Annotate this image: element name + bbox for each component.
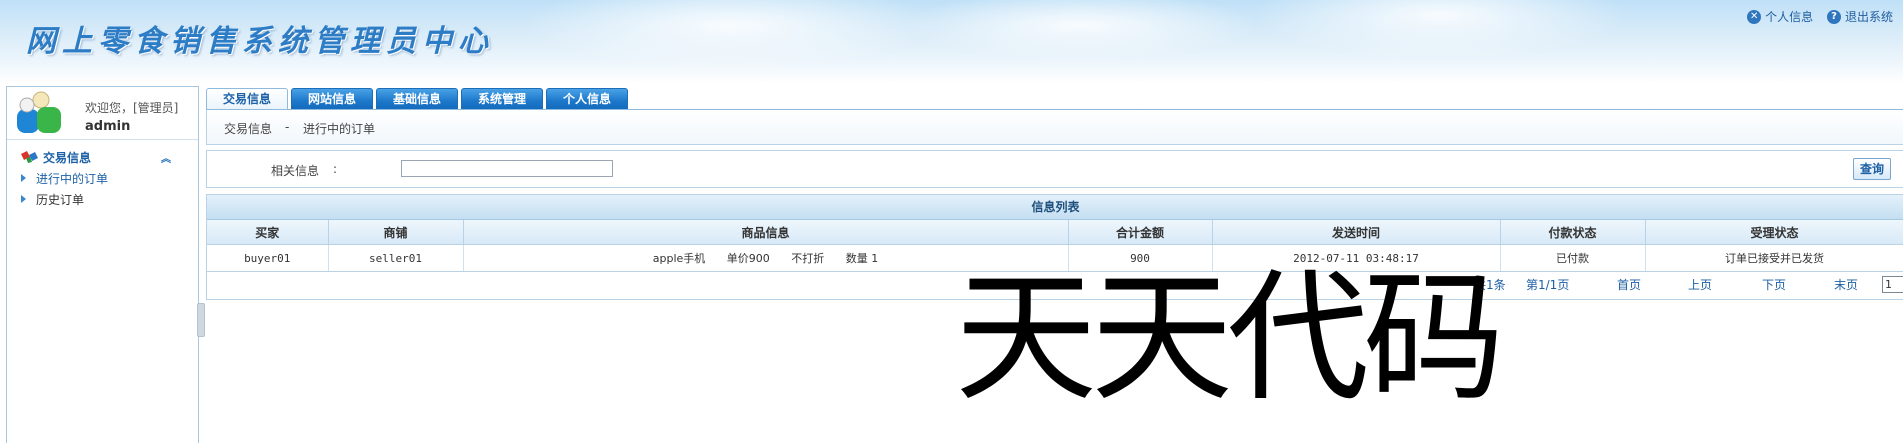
main-tabs: 交易信息 网站信息 基础信息 系统管理 个人信息 (206, 88, 631, 111)
sidebar-section-trade[interactable]: 交易信息 ︽ (21, 149, 171, 165)
table-title: 信息列表 (207, 195, 1903, 220)
query-button[interactable]: 查询 (1853, 158, 1891, 180)
close-circle-icon: ✕ (1747, 9, 1762, 24)
section-icon (21, 151, 38, 163)
tab-site-info[interactable]: 网站信息 (291, 88, 373, 109)
column-header-handle-status: 受理状态 (1645, 220, 1903, 245)
sidebar-item-label: 进行中的订单 (36, 171, 109, 186)
column-header-buyer: 买家 (207, 220, 329, 245)
logout-link[interactable]: ? 退出系统 (1826, 8, 1893, 25)
caret-right-icon (21, 195, 26, 203)
cell-handle-status: 订单已接受并已发货 (1645, 244, 1903, 272)
double-chevron-up-icon[interactable]: ︽ (161, 150, 171, 165)
cell-buyer: buyer01 (207, 244, 329, 272)
personal-info-label: 个人信息 (1765, 10, 1814, 24)
logout-label: 退出系统 (1844, 10, 1893, 24)
cell-pay-status: 已付款 (1500, 244, 1646, 272)
breadcrumb-page: 进行中的订单 (303, 122, 376, 136)
username: admin (85, 119, 131, 134)
cloud-decoration (900, 0, 1260, 60)
search-colon: : (333, 162, 338, 176)
panel-splitter-handle[interactable] (197, 303, 205, 337)
sidebar-item-label: 历史订单 (36, 192, 85, 207)
column-header-goods: 商品信息 (463, 220, 1069, 245)
search-input[interactable] (401, 160, 613, 177)
pager-prev-link[interactable]: 上页 (1688, 276, 1712, 293)
breadcrumb-section: 交易信息 (224, 122, 273, 136)
cell-shop: seller01 (328, 244, 464, 272)
sidebar-item-history-orders[interactable]: 历史订单 (21, 191, 84, 207)
search-panel: 相关信息 : 查询 (206, 150, 1903, 188)
column-header-shop: 商铺 (328, 220, 464, 245)
pager-first-link[interactable]: 首页 (1617, 276, 1641, 293)
user-avatar-icon (17, 91, 61, 133)
personal-info-link[interactable]: ✕ 个人信息 (1747, 8, 1813, 25)
header-banner: 网上零食销售系统管理员中心 ✕ 个人信息 ? 退出系统 (0, 0, 1903, 84)
goods-discount: 不打折 (791, 252, 825, 265)
sidebar-section-label: 交易信息 (43, 150, 92, 165)
column-header-pay-status: 付款状态 (1500, 220, 1646, 245)
page-select[interactable]: 1 (1882, 276, 1903, 293)
top-links: ✕ 个人信息 ? 退出系统 (1747, 8, 1903, 25)
pager-last-link[interactable]: 末页 (1834, 276, 1858, 293)
pager-next-link[interactable]: 下页 (1762, 276, 1786, 293)
cloud-decoration (520, 0, 940, 70)
breadcrumb-separator: - (285, 120, 290, 134)
help-circle-icon: ? (1826, 9, 1841, 24)
pager-page: 第1/1页 (1526, 278, 1570, 292)
page-select-value: 1 (1885, 278, 1892, 291)
welcome-text: 欢迎您，[管理员] (85, 101, 179, 115)
left-panel: 欢迎您，[管理员] admin 交易信息 ︽ 进行中的订单 历史订单 (6, 86, 199, 443)
caret-right-icon (21, 174, 26, 182)
goods-qty: 数量 1 (845, 252, 879, 265)
user-box: 欢迎您，[管理员] admin (7, 87, 198, 140)
column-header-time: 发送时间 (1212, 220, 1501, 245)
tab-system-management[interactable]: 系统管理 (461, 88, 543, 109)
goods-name: apple手机 (652, 252, 706, 265)
tab-personal-info[interactable]: 个人信息 (546, 88, 628, 109)
table-header-row: 买家 商铺 商品信息 合计金额 发送时间 付款状态 受理状态 (207, 220, 1903, 245)
tab-trade-info[interactable]: 交易信息 (206, 88, 288, 111)
tab-basic-info[interactable]: 基础信息 (376, 88, 458, 109)
search-label: 相关信息 (271, 164, 320, 178)
goods-price: 单价900 (726, 252, 770, 265)
sidebar-item-ongoing-orders[interactable]: 进行中的订单 (21, 170, 108, 186)
cloud-decoration (1250, 0, 1630, 60)
watermark-text: 天天代码 (955, 256, 1505, 421)
breadcrumb: 交易信息 - 进行中的订单 (206, 110, 1903, 145)
system-title: 网上零食销售系统管理员中心 (26, 24, 494, 59)
column-header-total: 合计金额 (1068, 220, 1213, 245)
